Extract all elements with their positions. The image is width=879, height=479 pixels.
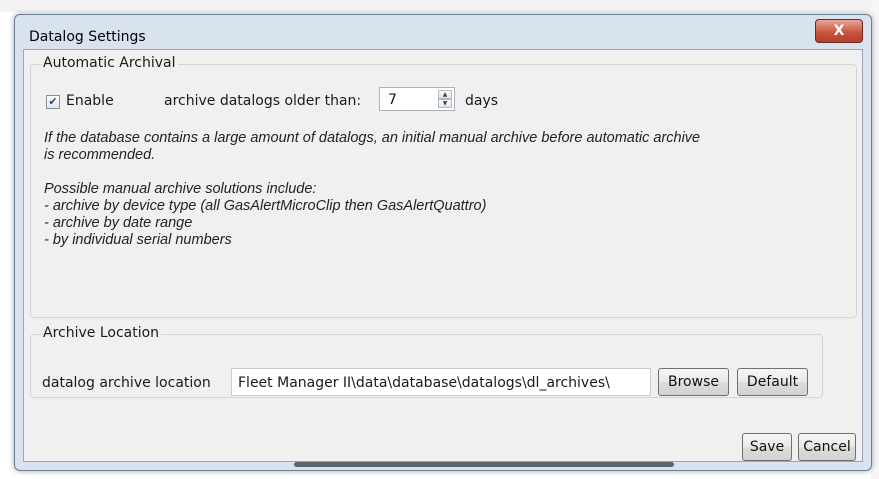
info-line: - archive by device type (all GasAlertMi… <box>44 198 487 214</box>
dialog-client-area: Automatic Archival ✔ Enable archive data… <box>23 49 863 462</box>
archive-location-label: datalog archive location <box>42 375 211 391</box>
window-title: Datalog Settings <box>29 29 146 45</box>
info-line: If the database contains a large amount … <box>44 130 701 146</box>
spin-down-button[interactable]: ▼ <box>438 99 452 108</box>
desktop-edge <box>871 0 879 479</box>
info-line: is recommended. <box>44 147 156 163</box>
info-line: - by individual serial numbers <box>44 232 232 248</box>
close-button[interactable]: X <box>815 19 863 43</box>
archive-location-legend: Archive Location <box>41 325 162 341</box>
close-icon: X <box>833 23 845 39</box>
bottom-scrollbar[interactable] <box>14 460 870 470</box>
datalog-settings-dialog: Datalog Settings X Automatic Archival ✔ … <box>14 14 872 471</box>
save-button[interactable]: Save <box>742 433 792 461</box>
archive-older-than-label: archive datalogs older than: <box>164 93 362 109</box>
spinner-buttons: ▲ ▼ <box>438 90 452 108</box>
info-line: - archive by date range <box>44 215 193 231</box>
chevron-down-icon: ▼ <box>442 100 448 107</box>
browse-button[interactable]: Browse <box>658 368 729 396</box>
days-value[interactable]: 7 <box>388 92 397 108</box>
days-unit-label: days <box>465 93 499 109</box>
scrollbar-thumb[interactable] <box>294 462 674 467</box>
spin-up-button[interactable]: ▲ <box>438 90 452 99</box>
archive-info-text: If the database contains a large amount … <box>44 130 854 249</box>
chevron-up-icon: ▲ <box>442 91 448 98</box>
check-icon: ✔ <box>48 95 58 108</box>
desktop-background <box>0 0 879 12</box>
archive-location-field[interactable]: Fleet Manager II\data\database\datalogs\… <box>231 368 651 396</box>
automatic-archival-legend: Automatic Archival <box>41 55 178 71</box>
default-button[interactable]: Default <box>737 368 808 396</box>
enable-label[interactable]: Enable <box>66 93 114 109</box>
enable-checkbox[interactable]: ✔ <box>46 95 60 109</box>
info-line: Possible manual archive solutions includ… <box>44 181 317 197</box>
title-bar[interactable]: Datalog Settings X <box>15 15 871 49</box>
cancel-button[interactable]: Cancel <box>798 433 856 461</box>
archive-location-value[interactable]: Fleet Manager II\data\database\datalogs\… <box>238 375 610 391</box>
days-spinner[interactable]: 7 ▲ ▼ <box>379 87 455 111</box>
